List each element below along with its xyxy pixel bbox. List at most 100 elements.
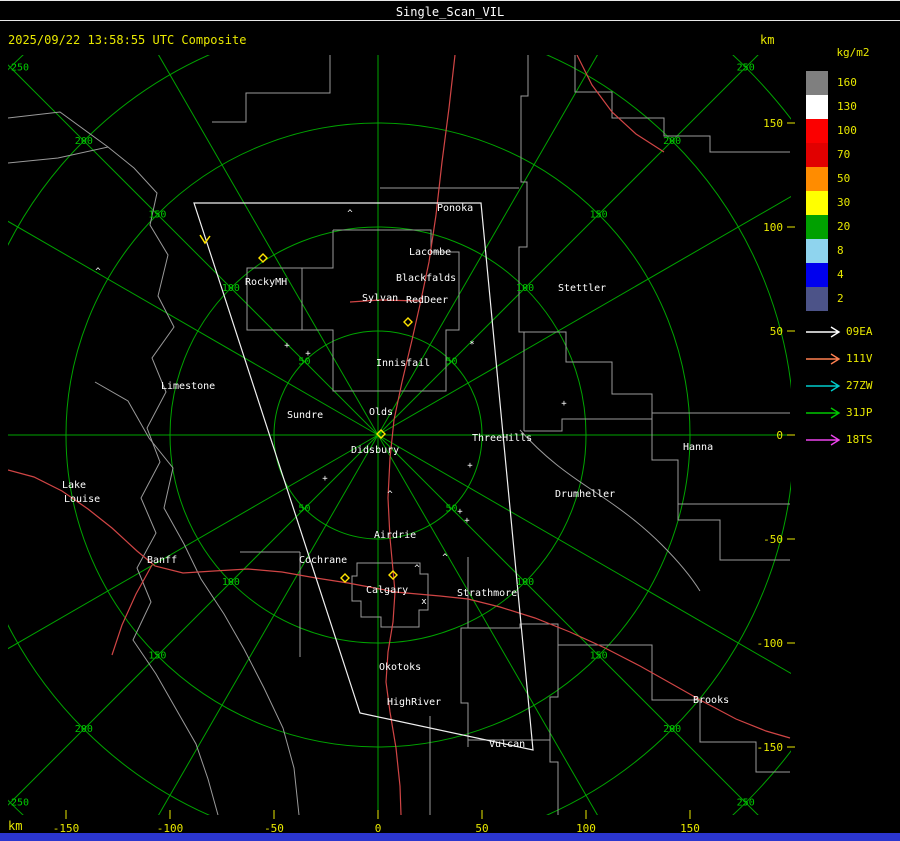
forest-boundary-line [8,146,219,815]
city-label: Calgary [366,585,408,596]
legend-color-swatch [806,119,828,143]
legend-scale-row: 8 [806,239,900,263]
town-marker: ^ [347,209,353,219]
city-label: Sylvan [362,293,398,304]
radar-site-marker [258,253,268,263]
city-label: Innisfail [376,358,430,369]
town-marker: + [457,507,463,517]
range-label: 250 [737,62,755,73]
legend-scale-row: 70 [806,143,900,167]
city-labels: Ponoka Lacombe Blackfalds Sylvan RedDeer Stet… [62,203,729,750]
vector-arrow-icon [806,325,841,338]
city-label: ThreeHills [472,433,532,444]
legend-scale-row: 100 [806,119,900,143]
town-marker: + [284,341,290,351]
city-label: Louise [64,494,100,505]
range-label: 200 [75,724,93,735]
range-label: 200 [663,136,681,147]
boundary-line [468,623,559,815]
range-label: 150 [148,651,166,662]
city-label: Brooks [693,695,729,706]
azimuth-line [8,220,379,436]
range-label: 200 [75,136,93,147]
city-label: Drumheller [555,489,615,500]
boundary-line [677,504,790,561]
legend-color-swatch [806,167,828,191]
highway-line [576,55,665,153]
city-label: Hanna [683,442,713,453]
boundary-line [574,55,790,153]
vector-id-label: 31JP [846,406,873,419]
boundary-line [651,413,790,505]
range-label: 100 [516,577,534,588]
town-marker: ^ [95,267,101,277]
range-label: 100 [222,283,240,294]
vector-legend-row: 27ZW [805,372,873,399]
right-axis-label: -150 [757,741,784,754]
range-label: 50 [446,356,458,367]
river-line [519,429,701,592]
range-label: 250 [737,798,755,809]
legend-color-swatch [806,95,828,119]
legend-value-label: 8 [837,244,844,257]
vector-arrow-icon [806,379,841,392]
bottom-axis-unit-label: km [8,819,23,833]
right-axis-label: 0 [776,429,783,442]
azimuth-line [377,55,598,436]
city-label: RockyMH [245,277,287,288]
azimuth-line [377,434,598,815]
radar-site-marker [340,573,350,583]
legend-value-label: 100 [837,124,857,137]
azimuth-line [158,55,379,436]
town-marker: + [305,349,311,359]
range-label: 250 [11,798,29,809]
vector-legend-row: 111V [805,345,873,372]
vector-id-label: 111V [846,352,873,365]
vector-id-label: 09EA [846,325,873,338]
legend-value-label: 70 [837,148,851,161]
legend-color-swatch [806,239,828,263]
azimuth-line [377,434,791,675]
legend-scale-row: 2 [806,287,900,311]
legend-value-label: 160 [837,76,857,89]
range-label: 150 [590,209,608,220]
radar-map-display[interactable]: 5010015020025050100150200250501001502002… [0,0,900,841]
boundary-line [8,111,109,148]
city-label: Vulcan [489,739,525,750]
right-axis-label: 50 [770,325,783,338]
legend-scale-row: 130 [806,95,900,119]
right-axis-label: 100 [763,221,783,234]
vector-legend: 09EA 111V 27ZW 31JP 18TS [805,318,873,453]
vector-arrow-icon [806,352,841,365]
range-label: 200 [663,724,681,735]
town-marker: + [322,474,328,484]
city-label: RedDeer [406,295,448,306]
range-label: 250 [11,62,29,73]
town-marker: + [561,399,567,409]
city-label: Ponoka [437,203,473,214]
city-label: Lake [62,480,86,491]
city-label: Okotoks [379,662,421,673]
range-label: 150 [148,209,166,220]
city-label: Limestone [161,381,215,392]
town-marker: x [421,597,427,607]
right-axis-label: -100 [757,637,784,650]
vector-arrow-icon [806,433,841,446]
range-label: 50 [446,504,458,515]
town-marker: + [464,516,470,526]
legend-scale-row: 20 [806,215,900,239]
boundary-line [518,55,529,431]
town-marker: ^ [387,490,393,500]
city-label: Didsbury [351,445,399,456]
range-label: 100 [222,577,240,588]
town-marker: + [467,461,473,471]
legend-scale-row: 160 [806,71,900,95]
city-label: Lacombe [409,247,451,258]
city-label: Stettler [558,283,606,294]
city-label: Airdrie [374,530,416,541]
azimuth-line [8,64,379,436]
town-marker: * [469,340,474,350]
legend-value-label: 30 [837,196,851,209]
vector-legend-row: 31JP [805,399,873,426]
city-label: Sundre [287,410,323,421]
